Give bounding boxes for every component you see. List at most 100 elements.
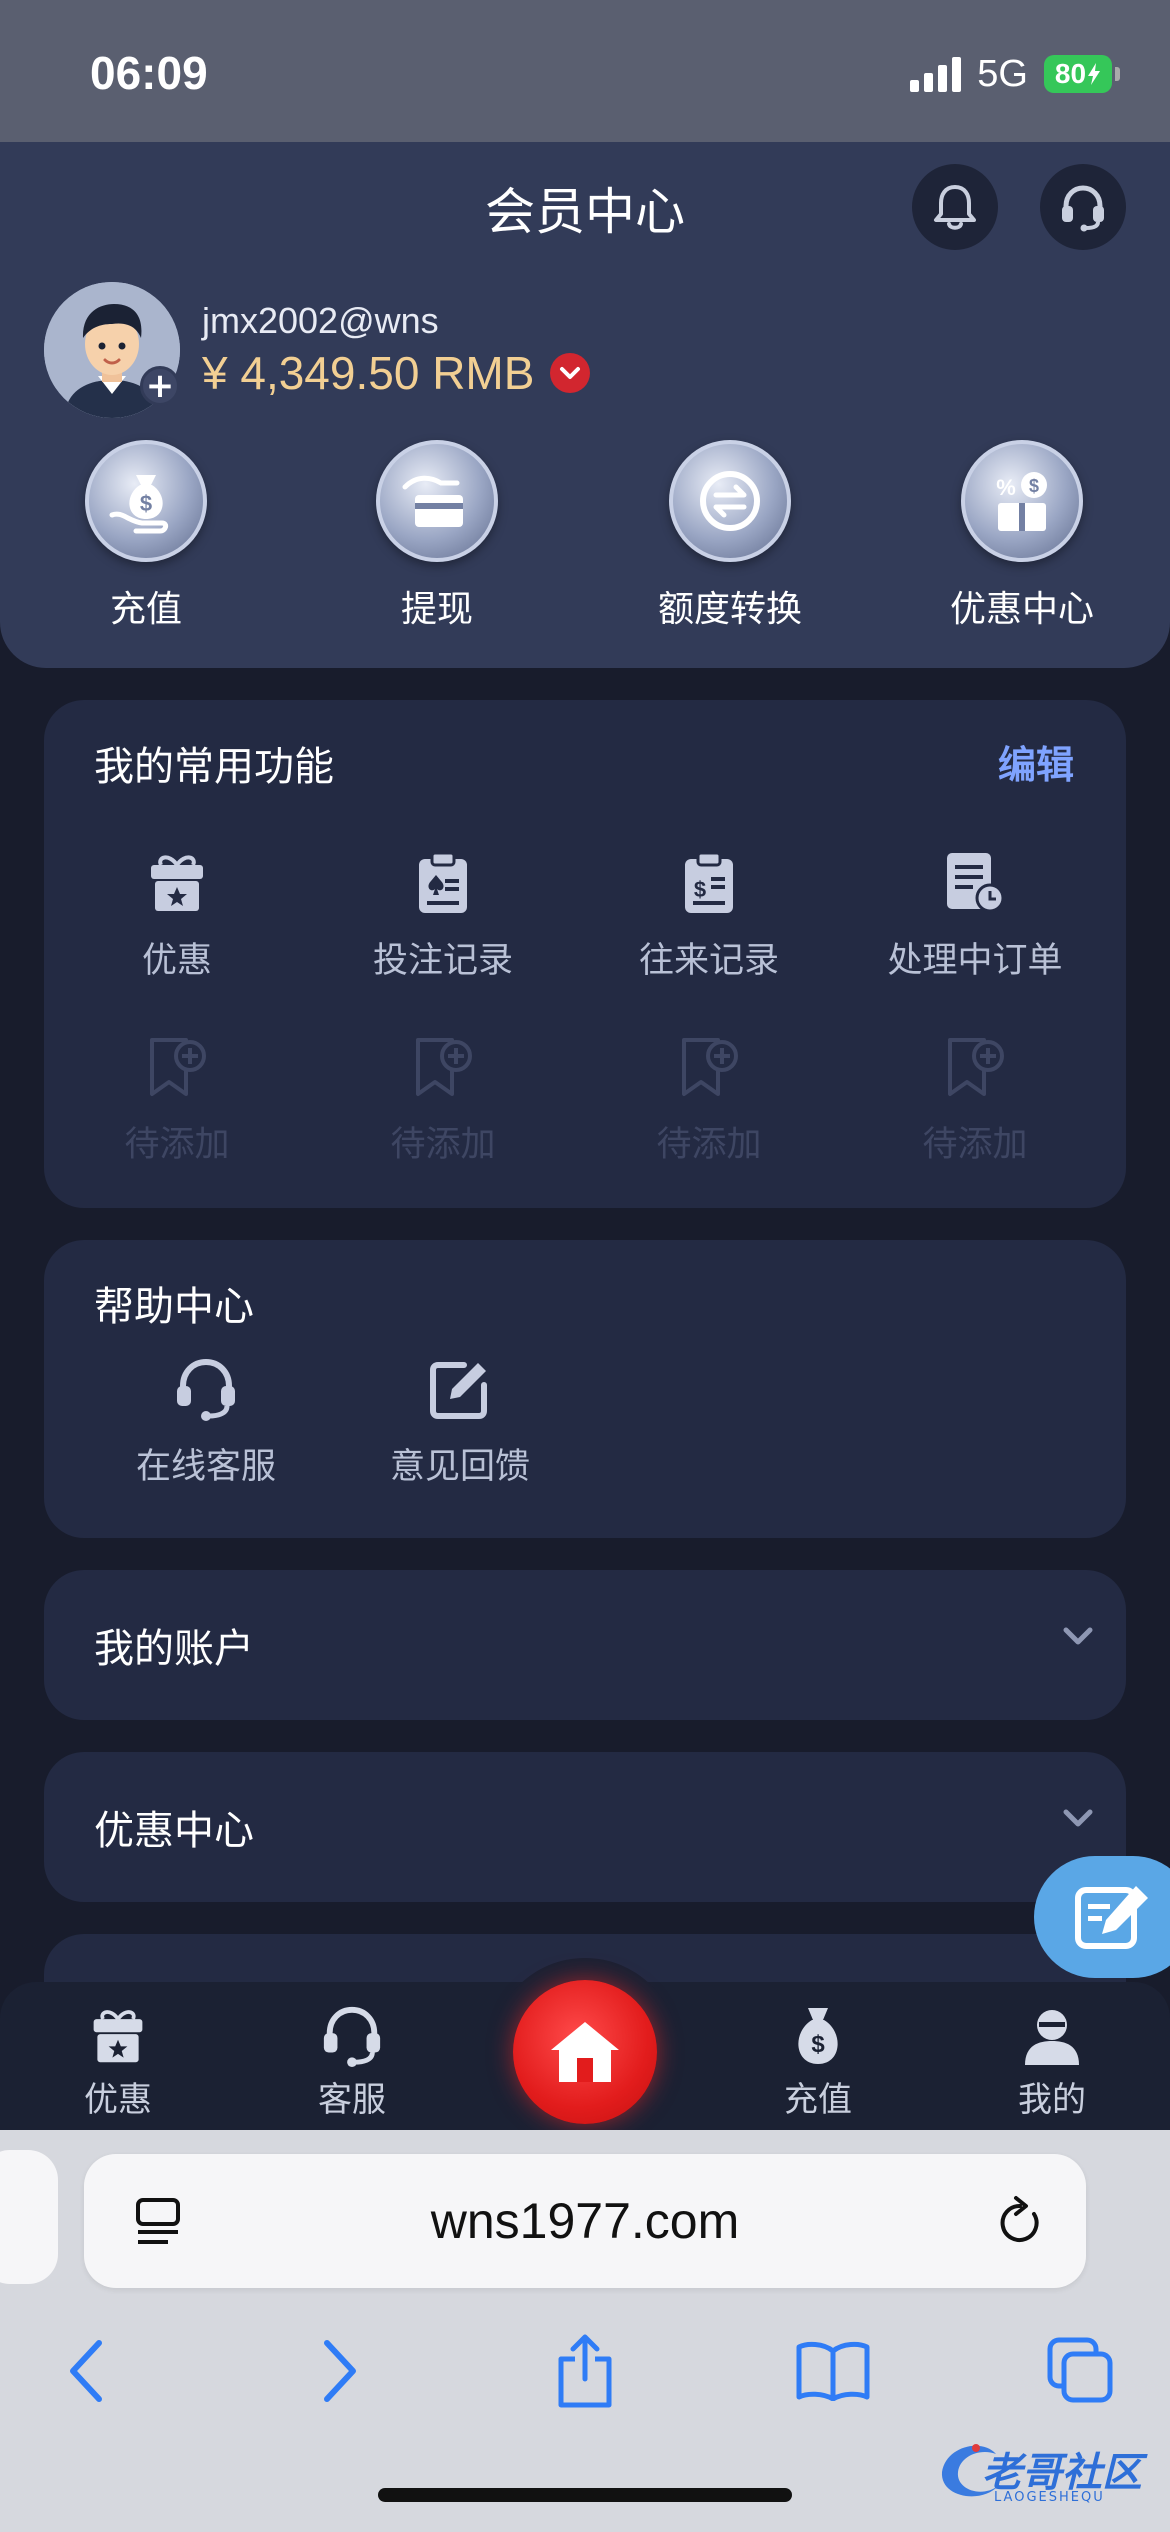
nav-deposit[interactable]: $ 充值 [748, 2004, 888, 2121]
add-slot-label: 待添加 [390, 1125, 496, 1165]
status-indicators: 5G 80 [910, 52, 1120, 96]
function-label: 往来记录 [638, 941, 779, 981]
status-time: 06:09 [90, 47, 208, 99]
function-label: 处理中订单 [887, 941, 1063, 981]
headset-icon [282, 2004, 422, 2068]
withdraw-action[interactable]: 提现 [337, 440, 537, 632]
reload-icon[interactable] [994, 2194, 1044, 2248]
add-avatar-icon[interactable]: + [140, 366, 180, 406]
add-slot[interactable]: 待添加 [310, 1032, 576, 1167]
transaction-record-icon: $ [674, 848, 744, 918]
function-label: 优惠 [141, 941, 212, 981]
chevron-right-icon [324, 2340, 356, 2402]
transfer-label: 额度转换 [657, 589, 802, 630]
share-button[interactable] [540, 2326, 630, 2416]
withdraw-label: 提现 [400, 589, 473, 630]
svg-text:%: % [996, 475, 1016, 500]
promo-center-accordion[interactable]: 优惠中心 [44, 1752, 1126, 1902]
nav-mine[interactable]: 我的 [982, 2004, 1122, 2121]
add-slot-label: 待添加 [656, 1125, 762, 1165]
notification-button[interactable] [912, 164, 998, 250]
balance-amount: ¥ 4,349.50 RMB [202, 347, 535, 399]
bell-icon [934, 185, 976, 230]
function-promo[interactable]: 优惠 [44, 848, 310, 983]
tabs-icon [1047, 2337, 1113, 2403]
add-bookmark-icon [940, 1032, 1010, 1102]
promo-center-label: 优惠中心 [949, 589, 1094, 630]
floating-edit-button[interactable] [1034, 1856, 1170, 1978]
signal-icon [910, 56, 962, 92]
nav-label: 充值 [784, 2080, 852, 2120]
feedback-label: 意见回馈 [389, 1447, 530, 1487]
transfer-action[interactable]: 额度转换 [630, 440, 830, 632]
money-bag-hand-icon: $ [85, 440, 207, 562]
headset-icon [171, 1354, 241, 1424]
battery-icon: 80 [1044, 55, 1112, 93]
chevron-left-icon [70, 2340, 102, 2402]
svg-text:$: $ [694, 877, 706, 902]
customer-service-button[interactable] [1040, 164, 1126, 250]
share-icon [558, 2334, 612, 2408]
my-account-accordion[interactable]: 我的账户 [44, 1570, 1126, 1720]
member-header: 会员中心 + jmx2002@wns ¥ 4,349.50 RMB $ 充值 提… [0, 142, 1170, 668]
add-slot[interactable]: 待添加 [576, 1032, 842, 1167]
nav-service[interactable]: 客服 [282, 2004, 422, 2121]
nav-label: 我的 [1018, 2080, 1086, 2120]
edit-note-icon [1075, 1886, 1148, 1949]
url-text: wns1977.com [430, 2193, 740, 2249]
battery-level: 80 [1054, 58, 1087, 89]
status-bar: 06:09 5G 80 [0, 0, 1170, 142]
edit-link[interactable]: 编辑 [998, 734, 1074, 789]
nav-label: 优惠 [84, 2080, 152, 2120]
home-button[interactable] [513, 1980, 657, 2124]
function-bet-record[interactable]: 投注记录 [310, 848, 576, 983]
add-bookmark-icon [408, 1032, 478, 1102]
previous-tab[interactable] [0, 2150, 58, 2284]
chevron-down-icon [1063, 1809, 1093, 1827]
add-bookmark-icon [674, 1032, 744, 1102]
community-watermark: 老哥社区 LAOGESHEQU [936, 2432, 1156, 2512]
function-pending-order[interactable]: 处理中订单 [842, 848, 1108, 983]
promo-center-action[interactable]: $ % 优惠中心 [922, 440, 1122, 632]
promo-center-icon: $ % [961, 440, 1083, 562]
home-indicator[interactable] [378, 2488, 792, 2502]
battery-cap [1115, 67, 1120, 81]
deposit-label: 充值 [109, 589, 182, 630]
nav-promo[interactable]: 优惠 [48, 2004, 188, 2121]
money-bag-icon: $ [748, 2004, 888, 2068]
gift-icon [48, 2004, 188, 2068]
frequent-functions-title: 我的常用功能 [94, 744, 334, 790]
bet-record-icon [408, 848, 478, 918]
tabs-button[interactable] [1036, 2326, 1126, 2416]
pending-order-icon [940, 848, 1010, 918]
add-bookmark-icon [142, 1032, 212, 1102]
chevron-down-icon [1063, 1627, 1093, 1645]
svg-text:$: $ [1029, 476, 1039, 496]
exchange-icon [669, 440, 791, 562]
address-bar[interactable]: wns1977.com [84, 2154, 1086, 2288]
deposit-action[interactable]: $ 充值 [46, 440, 246, 632]
add-slot-label: 待添加 [922, 1125, 1028, 1165]
network-type: 5G [977, 52, 1028, 95]
balance-row[interactable]: ¥ 4,349.50 RMB [202, 346, 591, 400]
online-service-label: 在线客服 [135, 1447, 276, 1487]
nav-label: 客服 [318, 2080, 386, 2120]
forward-button[interactable] [294, 2326, 384, 2416]
frequent-functions-card: 我的常用功能 编辑 优惠 投注记录 $ 往来记录 处理中订单 待添加 待添加 待… [44, 700, 1126, 1208]
svg-text:$: $ [811, 2031, 825, 2058]
add-slot[interactable]: 待添加 [44, 1032, 310, 1167]
gift-icon [142, 848, 212, 918]
add-slot[interactable]: 待添加 [842, 1032, 1108, 1167]
bookmarks-button[interactable] [788, 2326, 878, 2416]
watermark-subtext: LAOGESHEQU [994, 2490, 1105, 2505]
function-transaction-record[interactable]: $ 往来记录 [576, 848, 842, 983]
my-account-title: 我的账户 [94, 1626, 254, 1672]
back-button[interactable] [42, 2326, 132, 2416]
promo-center-title: 优惠中心 [94, 1808, 254, 1854]
help-center-title: 帮助中心 [94, 1284, 254, 1330]
chevron-down-icon[interactable] [550, 353, 591, 393]
online-service[interactable]: 在线客服 [96, 1354, 316, 1489]
feedback[interactable]: 意见回馈 [350, 1354, 570, 1489]
user-icon [982, 2004, 1122, 2068]
headset-icon [1062, 185, 1104, 232]
